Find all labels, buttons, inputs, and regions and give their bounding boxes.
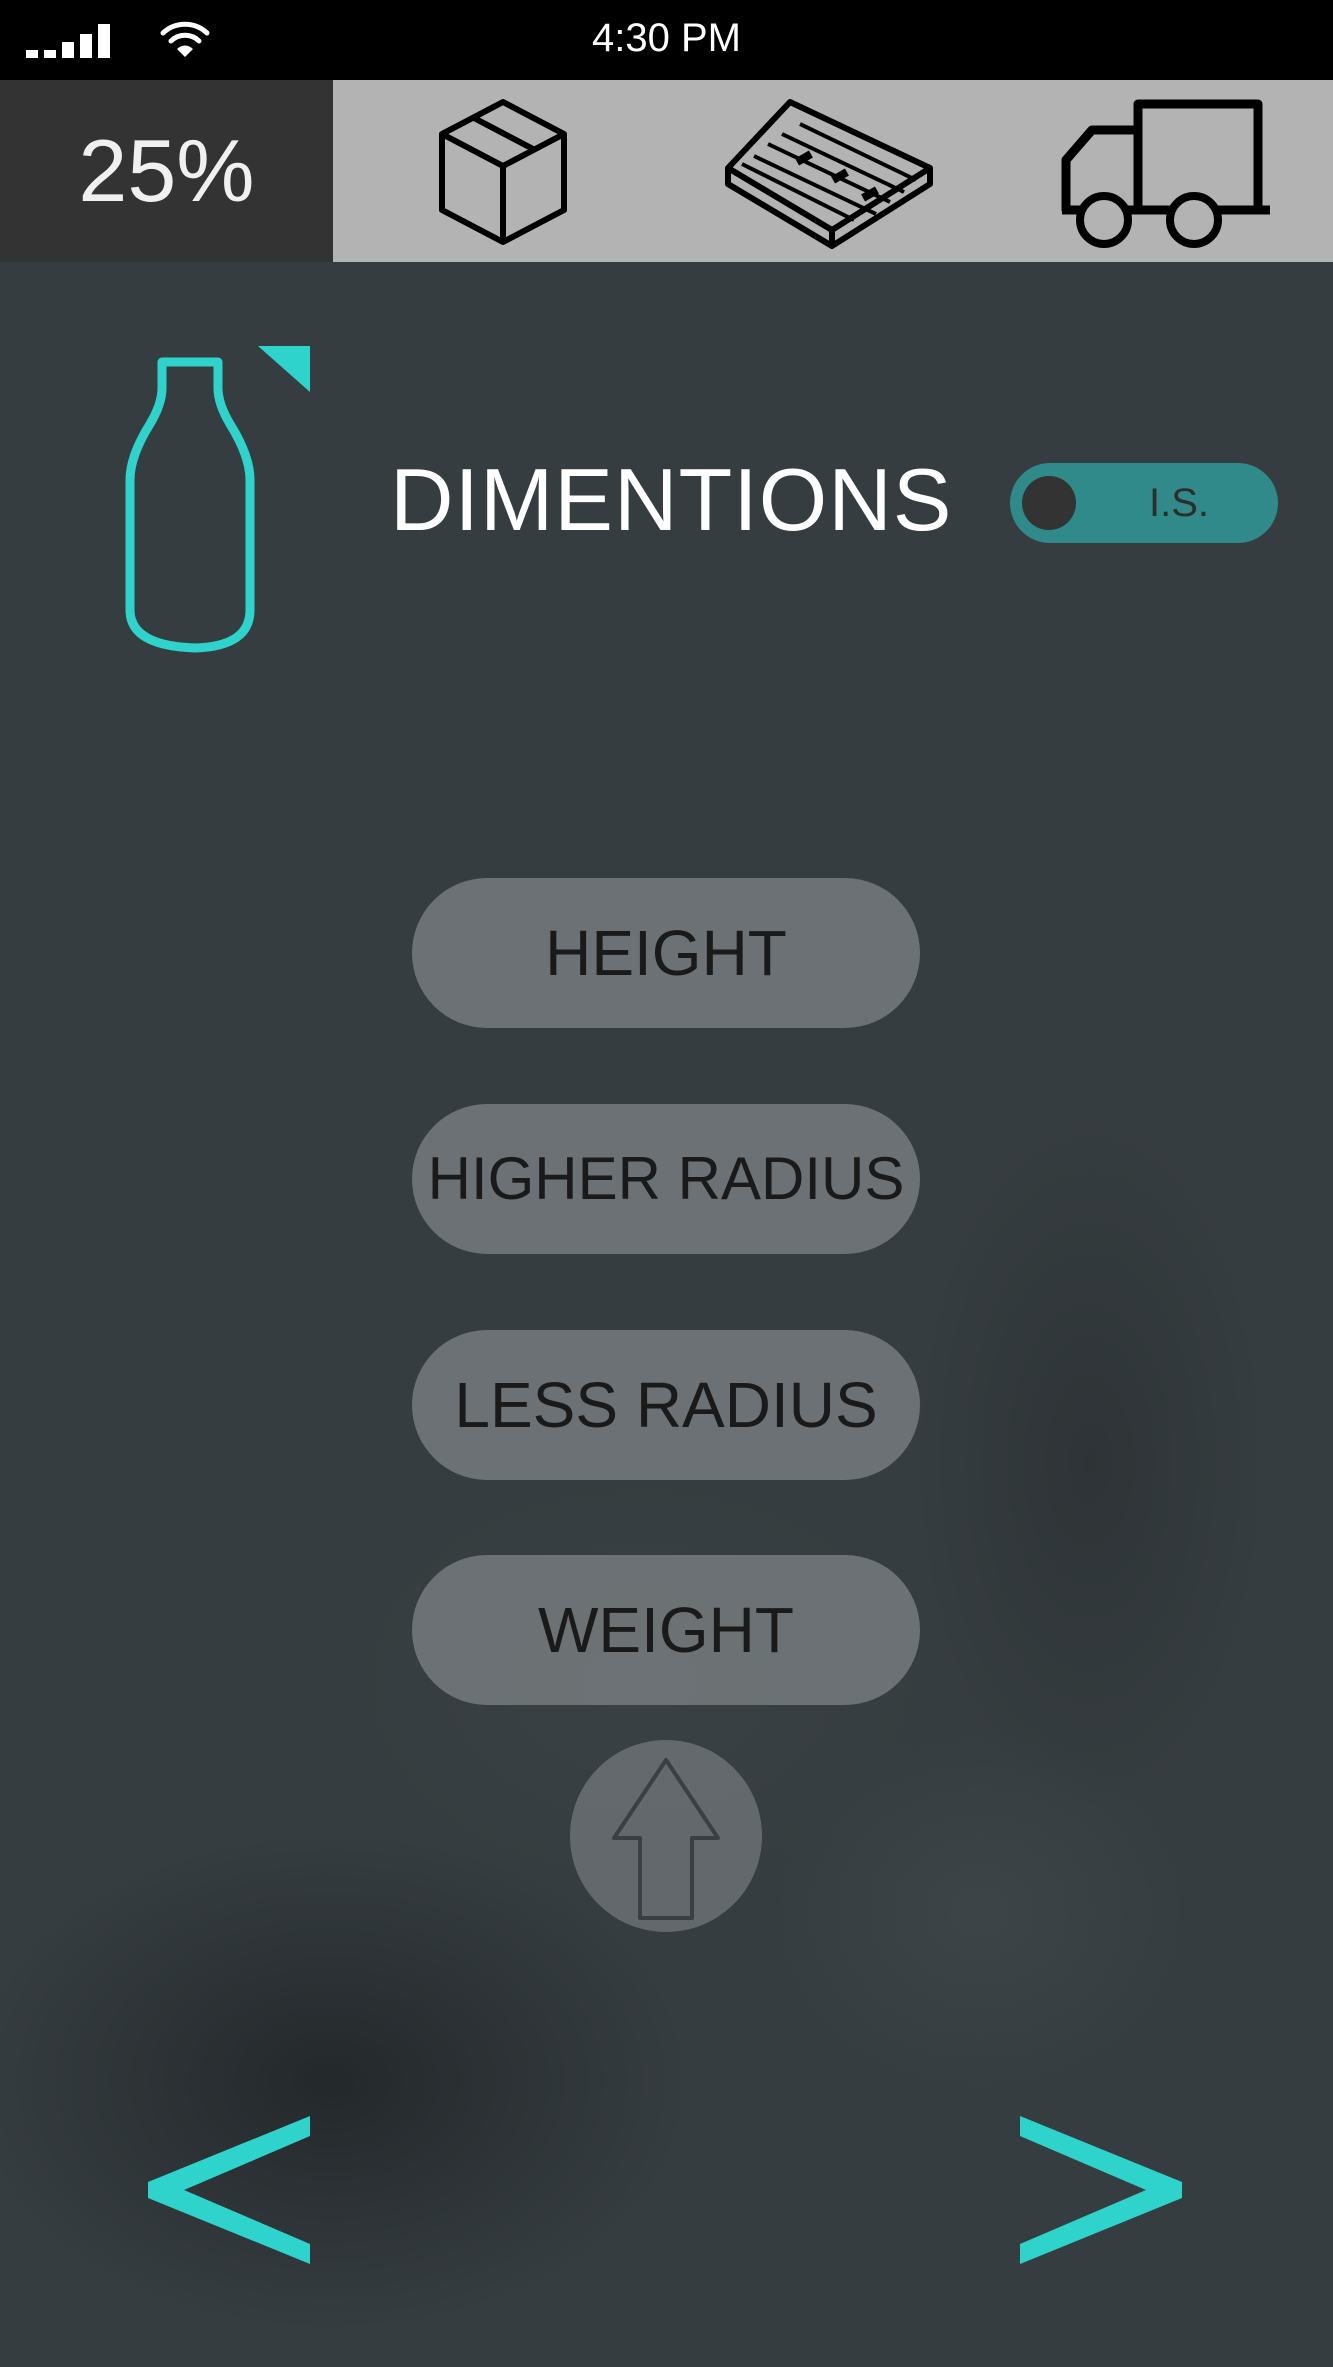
- progress-percentage: 25%: [0, 80, 333, 262]
- upload-button[interactable]: [570, 1740, 762, 1932]
- less-radius-button[interactable]: LESS RADIUS: [412, 1330, 920, 1480]
- is-toggle[interactable]: I.S.: [1010, 463, 1278, 543]
- bottle-icon: [125, 346, 310, 653]
- status-bar: 4:30 PM: [0, 0, 1333, 80]
- next-arrow-icon[interactable]: [1010, 2090, 1190, 2290]
- page-title: DIMENTIONS: [390, 450, 953, 549]
- status-time: 4:30 PM: [592, 16, 741, 60]
- toggle-label: I.S.: [1148, 481, 1210, 525]
- previous-arrow-icon[interactable]: [140, 2090, 320, 2290]
- box-icon[interactable]: [428, 94, 578, 250]
- pallet-icon[interactable]: [720, 94, 940, 250]
- steps-bar: 25%: [0, 80, 1333, 262]
- toggle-knob[interactable]: [1022, 476, 1076, 530]
- weight-button[interactable]: WEIGHT: [412, 1555, 920, 1705]
- height-button[interactable]: HEIGHT: [412, 878, 920, 1028]
- truck-icon[interactable]: [1058, 94, 1278, 250]
- higher-radius-button[interactable]: HIGHER RADIUS: [412, 1104, 920, 1254]
- arrow-up-icon: [612, 1758, 720, 1920]
